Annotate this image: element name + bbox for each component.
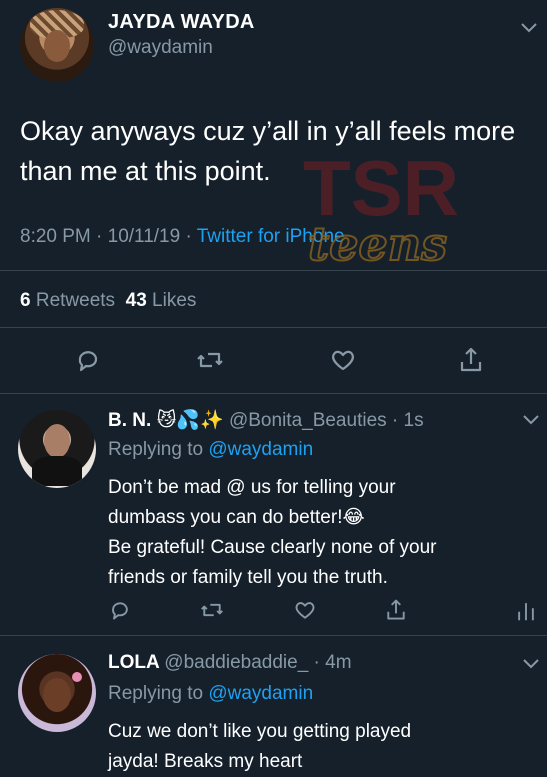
- avatar[interactable]: [20, 8, 94, 82]
- avatar-face: [44, 424, 70, 458]
- reply-text-line: Don’t be mad @ us for telling your: [108, 477, 396, 498]
- name-emoji: 😼💦✨: [156, 410, 224, 431]
- reply-text-line: dumbass you can do better!😂: [108, 507, 365, 528]
- display-name[interactable]: B. N.: [108, 410, 151, 431]
- reply-text-line: Cuz we don’t like you getting played: [108, 721, 412, 742]
- reply-time: · 1s: [391, 410, 424, 431]
- like-icon[interactable]: [329, 346, 357, 374]
- likes-stat[interactable]: 43 Likes: [126, 290, 197, 311]
- replying-to: Replying to @waydamin: [108, 683, 313, 705]
- user-handle[interactable]: @Bonita_Beauties: [229, 410, 387, 431]
- avatar[interactable]: [18, 410, 96, 488]
- display-name[interactable]: LOLA: [108, 652, 159, 673]
- share-icon[interactable]: [384, 598, 408, 622]
- reply-actions: [0, 598, 547, 628]
- retweets-count: 6: [20, 290, 31, 311]
- reply-text-line: Be grateful! Cause clearly none of your: [108, 537, 437, 558]
- chevron-down-icon[interactable]: [520, 22, 538, 34]
- retweet-icon[interactable]: [200, 598, 224, 622]
- replying-to-handle[interactable]: @waydamin: [208, 683, 313, 704]
- reply-text: Don’t be mad @ us for telling your dumba…: [108, 473, 538, 593]
- divider: [0, 327, 547, 328]
- tweet-timestamp: 8:20 PM · 10/11/19 ·: [20, 226, 197, 247]
- tweet-text: Okay anyways cuz y’all in y’all feels mo…: [20, 116, 516, 186]
- replying-to: Replying to @waydamin: [108, 439, 313, 461]
- replying-to-prefix: Replying to: [108, 683, 209, 704]
- reply-text-line: jayda! Breaks my heart: [108, 751, 303, 772]
- replying-to-prefix: Replying to: [108, 439, 209, 460]
- analytics-icon[interactable]: [514, 598, 538, 622]
- likes-count: 43: [125, 290, 147, 311]
- user-handle[interactable]: @waydamin: [108, 37, 213, 59]
- chevron-down-icon[interactable]: [522, 658, 540, 670]
- main-tweet-actions: [0, 346, 547, 376]
- display-name[interactable]: JAYDA WAYDA: [108, 11, 255, 34]
- divider: [0, 635, 547, 636]
- avatar-face: [44, 30, 70, 62]
- avatar-flower: [72, 672, 82, 682]
- reply-text-line: friends or family tell you the truth.: [108, 567, 388, 588]
- chevron-down-icon[interactable]: [522, 414, 540, 426]
- retweets-stat[interactable]: 6 Retweets: [20, 290, 115, 311]
- likes-label: Likes: [152, 290, 197, 311]
- tweet-source-link[interactable]: Twitter for iPhone: [197, 226, 345, 247]
- reply-header: LOLA @baddiebaddie_ · 4m: [108, 652, 352, 674]
- avatar-face: [43, 678, 71, 712]
- reply-icon[interactable]: [74, 346, 102, 374]
- divider: [0, 270, 547, 271]
- reply-icon[interactable]: [108, 598, 132, 622]
- avatar[interactable]: [18, 654, 96, 732]
- tweet-stats: 6 Retweets 43 Likes: [20, 290, 196, 312]
- retweets-label: Retweets: [35, 290, 116, 311]
- like-icon[interactable]: [293, 598, 317, 622]
- reply-time: · 4m: [313, 652, 352, 673]
- divider: [0, 393, 547, 394]
- avatar-body: [32, 456, 82, 486]
- share-icon[interactable]: [457, 346, 485, 374]
- tweet-meta: 8:20 PM · 10/11/19 · Twitter for iPhone: [20, 226, 345, 248]
- reply-text: Cuz we don’t like you getting played jay…: [108, 717, 538, 777]
- retweet-icon[interactable]: [196, 346, 224, 374]
- replying-to-handle[interactable]: @waydamin: [208, 439, 313, 460]
- user-handle[interactable]: @baddiebaddie_: [164, 652, 308, 673]
- reply-header: B. N. 😼💦✨ @Bonita_Beauties · 1s: [108, 408, 424, 432]
